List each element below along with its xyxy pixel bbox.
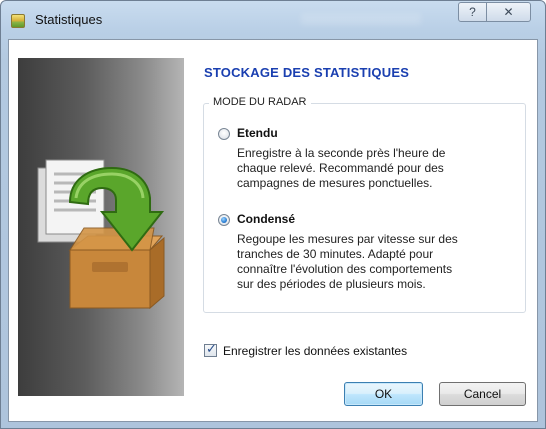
- radio-condense[interactable]: [218, 214, 230, 226]
- ok-button[interactable]: OK: [344, 382, 423, 406]
- option-label-etendu[interactable]: Etendu: [237, 126, 278, 140]
- option-description-condense: Regoupe les mesures par vitesse sur des …: [237, 232, 458, 291]
- titlebar-glass-blur: [301, 13, 421, 25]
- radio-etendu[interactable]: [218, 128, 230, 140]
- help-icon: ?: [469, 5, 476, 19]
- save-existing-checkbox[interactable]: [204, 342, 217, 357]
- radar-mode-legend: MODE DU RADAR: [209, 96, 311, 108]
- app-icon: [11, 14, 25, 28]
- title-bar[interactable]: Statistiques ? ✕: [1, 1, 545, 39]
- cardboard-box-icon: [68, 227, 165, 310]
- archive-box-with-green-arrow-icon: [37, 159, 165, 310]
- save-existing-label[interactable]: Enregistrer les données existantes: [223, 344, 407, 358]
- close-icon: ✕: [503, 5, 514, 19]
- page-heading: STOCKAGE DES STATISTIQUES: [204, 65, 410, 80]
- help-button[interactable]: ?: [458, 2, 487, 22]
- side-illustration-panel: [18, 58, 184, 396]
- close-button[interactable]: ✕: [486, 2, 531, 22]
- cancel-button[interactable]: Cancel: [439, 382, 526, 406]
- window-title: Statistiques: [35, 12, 103, 27]
- option-description-etendu: Enregistre à la seconde près l'heure de …: [237, 146, 446, 190]
- option-label-condense[interactable]: Condensé: [237, 212, 295, 226]
